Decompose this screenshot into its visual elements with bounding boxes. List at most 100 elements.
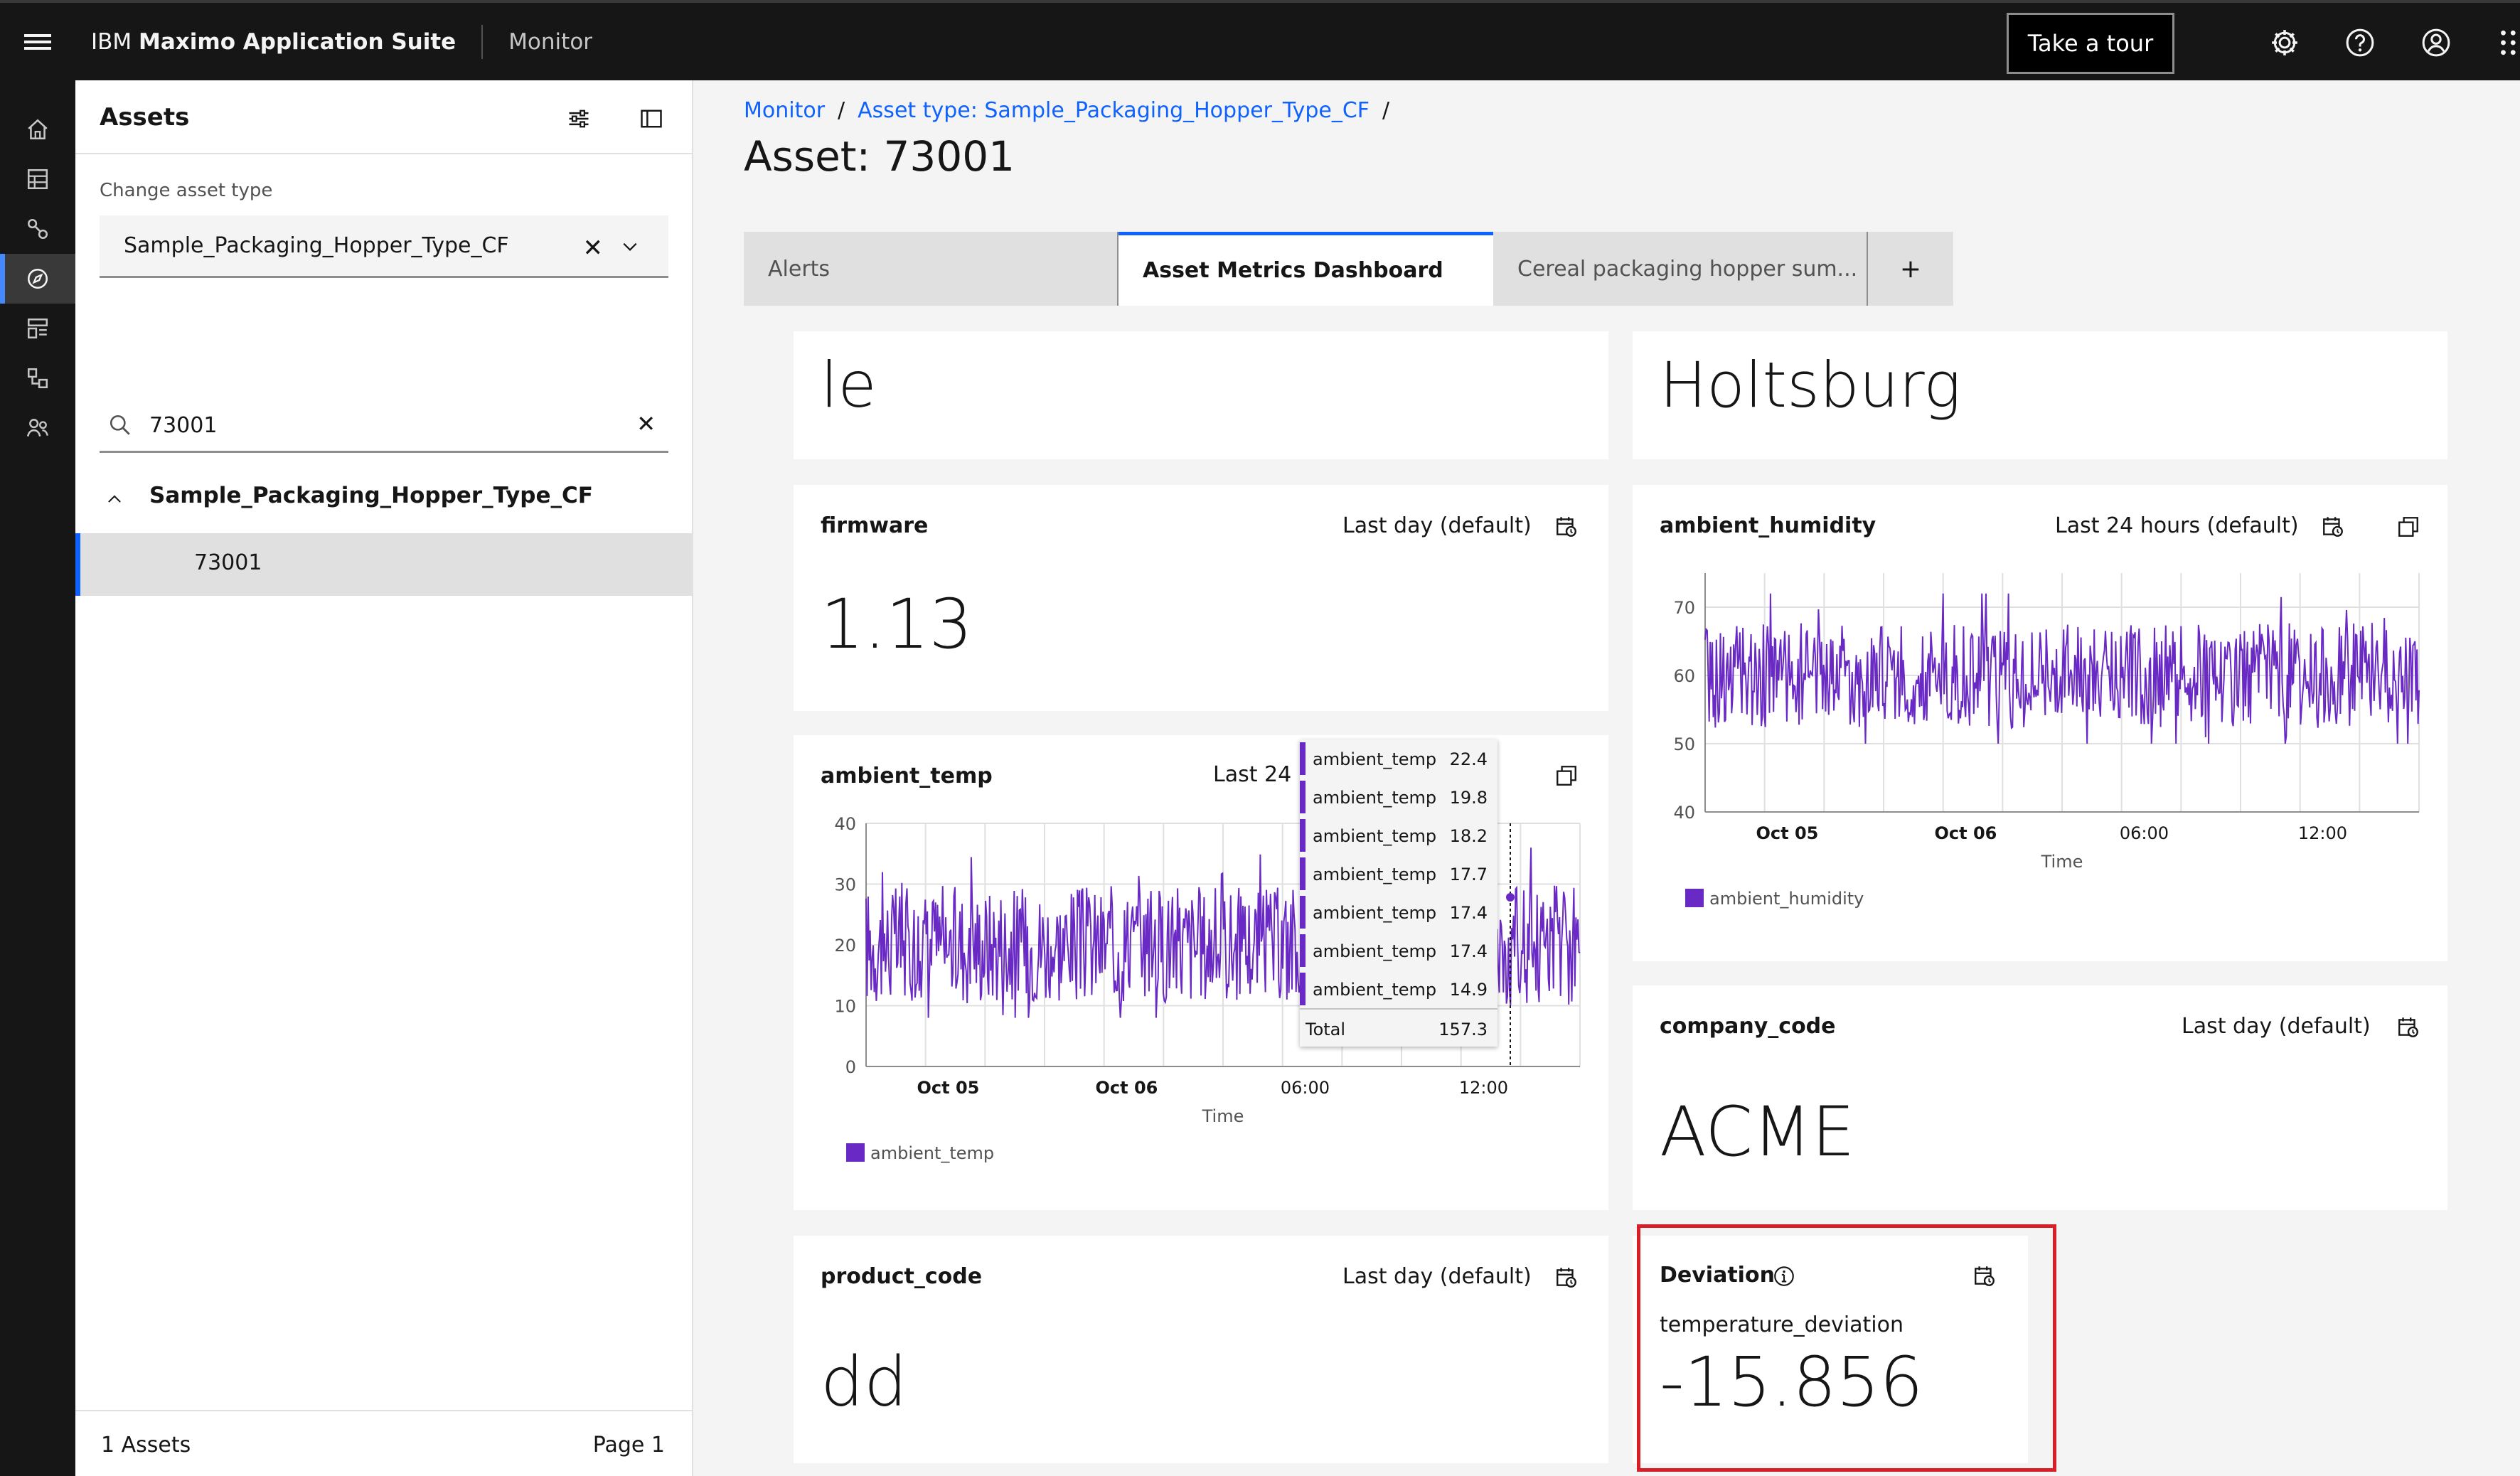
tooltip-row: ambient_temp 19.8 bbox=[1300, 778, 1497, 816]
compass-icon bbox=[27, 268, 48, 289]
firmware-title: firmware bbox=[821, 513, 929, 538]
chart-tooltip: ambient_temp 22.4 ambient_temp 19.8 ambien… bbox=[1300, 739, 1497, 1047]
take-a-tour-button[interactable]: Take a tour bbox=[2007, 13, 2174, 74]
help-icon[interactable] bbox=[2344, 27, 2376, 58]
user-avatar-icon[interactable] bbox=[2420, 27, 2452, 58]
search-value: 73001 bbox=[149, 413, 218, 438]
breadcrumb: Monitor / Asset type: Sample_Packaging_Hop… bbox=[744, 98, 1390, 123]
side-nav-rail bbox=[0, 80, 75, 1476]
breadcrumb-monitor[interactable]: Monitor bbox=[744, 98, 825, 123]
y-tick-label: 70 bbox=[1673, 598, 1695, 618]
company-code-range[interactable]: Last day (default) bbox=[2182, 1014, 2371, 1039]
card-top-left-value: le bbox=[821, 348, 877, 422]
rail-monitor[interactable] bbox=[0, 254, 75, 304]
gear-icon[interactable] bbox=[2269, 27, 2300, 58]
y-tick-label: 40 bbox=[1673, 803, 1695, 823]
filter-settings-icon[interactable] bbox=[566, 106, 592, 132]
users-icon bbox=[26, 419, 48, 437]
company-code-title: company_code bbox=[1660, 1014, 1836, 1039]
tab-alerts[interactable]: Alerts bbox=[744, 232, 1118, 306]
menu-icon[interactable] bbox=[0, 3, 75, 80]
assets-panel-title: Assets bbox=[100, 103, 190, 132]
tree-item-73001[interactable]: 73001 bbox=[75, 533, 692, 596]
y-tick-label: 0 bbox=[845, 1057, 856, 1077]
chevron-down-icon[interactable] bbox=[620, 237, 640, 257]
tooltip-row: ambient_temp 17.4 bbox=[1300, 893, 1497, 931]
x-tick-label: Oct 06 bbox=[1096, 1078, 1158, 1098]
product-code-range[interactable]: Last day (default) bbox=[1342, 1264, 1532, 1289]
x-tick-label: 12:00 bbox=[1459, 1078, 1508, 1098]
rail-dashboard[interactable] bbox=[0, 154, 75, 204]
firmware-range[interactable]: Last day (default) bbox=[1342, 513, 1532, 538]
x-tick-label: 12:00 bbox=[2298, 823, 2347, 843]
asset-type-select[interactable]: Sample_Packaging_Hopper_Type_CF ✕ bbox=[100, 215, 668, 278]
x-axis-label: Time bbox=[1202, 1106, 1244, 1126]
tooltip-row: ambient_temp 22.4 bbox=[1300, 739, 1497, 778]
product-code-title: product_code bbox=[821, 1264, 983, 1289]
clear-selection-icon[interactable]: ✕ bbox=[583, 234, 604, 262]
y-tick-label: 20 bbox=[834, 936, 856, 956]
layout-icon bbox=[27, 318, 48, 339]
calendar-clock-icon[interactable] bbox=[2396, 1015, 2420, 1039]
home-icon bbox=[28, 119, 48, 140]
panel-divider bbox=[75, 153, 692, 154]
rail-hierarchy[interactable] bbox=[0, 353, 75, 403]
rail-home[interactable] bbox=[0, 105, 75, 154]
breadcrumb-asset-type[interactable]: Asset type: Sample_Packaging_Hopper_Type… bbox=[858, 98, 1370, 123]
x-tick-label: Oct 05 bbox=[1756, 823, 1819, 843]
highlight-box bbox=[1637, 1224, 2056, 1472]
asset-search-input[interactable]: 73001 ✕ bbox=[100, 399, 668, 453]
tooltip-row: ambient_temp 17.4 bbox=[1300, 931, 1497, 970]
y-tick-label: 40 bbox=[834, 814, 856, 834]
tab-cereal-packaging-hopper[interactable]: Cereal packaging hopper sum... bbox=[1493, 232, 1868, 306]
page-indicator: Page 1 bbox=[592, 1433, 665, 1458]
card-ambient-humidity: ambient_humidity Last 24 hours (default)… bbox=[1633, 485, 2447, 961]
legend-label: ambient_humidity bbox=[1709, 889, 1864, 909]
assets-footer: 1 Assets Page 1 bbox=[75, 1410, 692, 1476]
rail-layout[interactable] bbox=[0, 304, 75, 353]
card-top-left: le bbox=[794, 331, 1608, 459]
page-title: Asset: 73001 bbox=[744, 132, 1015, 181]
rail-users[interactable] bbox=[0, 403, 75, 453]
chevron-up-icon[interactable] bbox=[105, 490, 124, 508]
calendar-clock-icon[interactable] bbox=[1554, 1266, 1579, 1290]
connect-icon bbox=[27, 218, 48, 240]
tree-group-label[interactable]: Sample_Packaging_Hopper_Type_CF bbox=[149, 483, 593, 508]
add-tab-button[interactable]: + bbox=[1868, 232, 1953, 306]
card-top-right-value: Holtsburg bbox=[1660, 348, 1961, 422]
x-tick-label: 06:00 bbox=[2120, 823, 2169, 843]
legend-swatch bbox=[846, 1143, 865, 1162]
calendar-clock-icon[interactable] bbox=[1554, 515, 1579, 539]
asset-count: 1 Assets bbox=[101, 1433, 191, 1458]
x-axis-label: Time bbox=[2041, 852, 2083, 872]
hover-point bbox=[1506, 893, 1515, 902]
card-product-code: product_code Last day (default) dd bbox=[794, 1236, 1608, 1463]
clear-search-icon[interactable]: ✕ bbox=[636, 410, 656, 437]
assets-panel: Assets Change asset type Sample_Packagin… bbox=[75, 80, 693, 1476]
x-tick-label: Oct 05 bbox=[917, 1078, 980, 1098]
asset-type-value: Sample_Packaging_Hopper_Type_CF bbox=[124, 233, 509, 258]
card-company-code: company_code Last day (default) ACME bbox=[1633, 985, 2447, 1210]
dashboard-tabs: Alerts Asset Metrics Dashboard Cereal pa… bbox=[744, 232, 1953, 306]
tab-asset-metrics-dashboard[interactable]: Asset Metrics Dashboard bbox=[1118, 232, 1493, 306]
y-tick-label: 10 bbox=[834, 997, 856, 1017]
top-header: IBM Maximo Application Suite Monitor Tak… bbox=[0, 0, 2520, 80]
app-brand[interactable]: IBM Maximo Application Suite bbox=[75, 29, 481, 55]
change-asset-type-label: Change asset type bbox=[100, 180, 273, 201]
firmware-value: 1.13 bbox=[821, 584, 973, 664]
tree-item-label: 73001 bbox=[194, 550, 262, 575]
card-top-right: Holtsburg bbox=[1633, 331, 2447, 459]
x-tick-label: Oct 06 bbox=[1935, 823, 1997, 843]
rail-connect[interactable] bbox=[0, 204, 75, 254]
ambient-humidity-chart[interactable]: 70605040Oct 05 Oct 06 06:00 12:00Timeambien… bbox=[1633, 485, 2447, 961]
collapse-panel-icon[interactable] bbox=[639, 106, 664, 132]
y-tick-label: 50 bbox=[1673, 734, 1695, 754]
tooltip-row: ambient_temp 18.2 bbox=[1300, 816, 1497, 855]
company-code-value: ACME bbox=[1660, 1092, 1855, 1172]
legend-label: ambient_temp bbox=[870, 1143, 994, 1163]
legend-swatch bbox=[1685, 889, 1704, 907]
table-icon bbox=[27, 169, 48, 190]
app-switcher-icon[interactable] bbox=[2494, 27, 2520, 58]
hierarchy-icon bbox=[27, 368, 48, 389]
product-code-value: dd bbox=[821, 1342, 907, 1422]
